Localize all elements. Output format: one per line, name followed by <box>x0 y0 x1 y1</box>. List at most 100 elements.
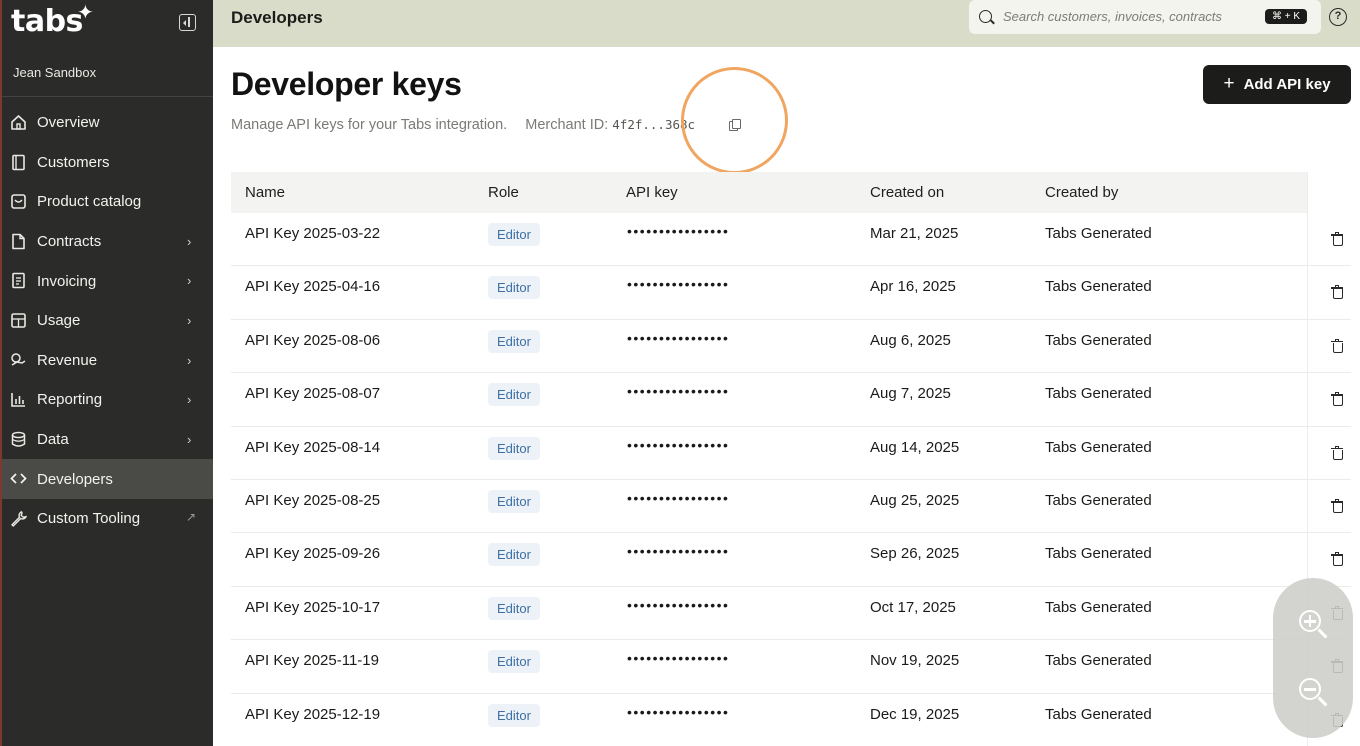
masked-api-key: •••••••••••••••• <box>627 383 730 400</box>
help-icon[interactable]: ? <box>1329 8 1347 26</box>
collapse-sidebar-icon[interactable] <box>179 14 196 31</box>
coins-icon <box>10 352 27 369</box>
home-icon <box>10 114 27 131</box>
trash-icon[interactable] <box>1331 552 1343 567</box>
page-title: Developer keys <box>231 66 462 102</box>
table-row[interactable]: API Key 2025-11-19 Editor ••••••••••••••••… <box>231 640 1351 694</box>
key-name: API Key 2025-11-19 <box>245 652 379 670</box>
section-title: Developers <box>231 8 323 27</box>
table-row[interactable]: API Key 2025-09-26 Editor ••••••••••••••••… <box>231 533 1351 587</box>
trash-icon[interactable] <box>1331 232 1343 246</box>
key-name: API Key 2025-03-22 <box>245 225 381 242</box>
database-icon <box>10 431 27 448</box>
sidebar-item-data[interactable]: Data › <box>2 420 213 460</box>
search-input[interactable]: Search customers, invoices, contracts ⌘ … <box>969 0 1321 34</box>
trash-icon[interactable] <box>1331 445 1343 460</box>
sidebar-item-overview[interactable]: Overview <box>2 103 213 143</box>
sidebar-item-product-catalog[interactable]: Product catalog <box>2 182 213 222</box>
created-on: Mar 21, 2025 <box>870 225 959 242</box>
sidebar-item-invoicing[interactable]: Invoicing › <box>2 261 213 301</box>
workspace-name[interactable]: Jean Sandbox <box>13 65 96 80</box>
column-header-created-by[interactable]: Created by <box>1045 184 1118 201</box>
table-row[interactable]: API Key 2025-10-17 Editor ••••••••••••••••… <box>231 586 1351 641</box>
sidebar-item-usage[interactable]: Usage › <box>2 301 213 341</box>
created-by: Tabs Generated <box>1045 225 1152 242</box>
key-name: API Key 2025-08-14 <box>245 438 381 456</box>
created-by: Tabs Generated <box>1045 438 1152 456</box>
search-shortcut-badge: ⌘ + K <box>1265 9 1308 24</box>
created-on: Oct 17, 2025 <box>870 598 956 616</box>
api-keys-table: Name Role API key Created on Created by … <box>231 172 1351 746</box>
table-row[interactable]: API Key 2025-08-14 Editor ••••••••••••••••… <box>231 426 1351 480</box>
trash-icon[interactable] <box>1331 392 1343 407</box>
column-header-name[interactable]: Name <box>245 184 285 201</box>
table-row[interactable]: API Key 2025-04-16 Editor ••••••••••••••••… <box>231 266 1351 320</box>
sidebar-item-label: Contracts <box>37 233 102 251</box>
sidebar-item-label: Revenue <box>37 351 98 369</box>
created-by: Tabs Generated <box>1045 705 1152 723</box>
sidebar-item-contracts[interactable]: Contracts › <box>2 222 213 262</box>
trash-icon[interactable] <box>1331 498 1343 513</box>
sidebar-item-developers[interactable]: Developers <box>2 459 213 499</box>
sidebar-item-revenue[interactable]: Revenue › <box>2 341 213 381</box>
column-header-api-key[interactable]: API key <box>626 184 678 201</box>
sidebar-item-reporting[interactable]: Reporting › <box>2 380 213 420</box>
trash-icon[interactable] <box>1331 338 1343 353</box>
actions-cell <box>1307 266 1351 319</box>
created-on: Nov 19, 2025 <box>870 652 960 670</box>
zoom-out-icon[interactable] <box>1297 676 1331 710</box>
click-indicator <box>681 67 788 174</box>
table-row[interactable]: API Key 2025-08-07 Editor ••••••••••••••••… <box>231 373 1351 427</box>
masked-api-key: •••••••••••••••• <box>627 223 730 239</box>
zoom-in-icon[interactable] <box>1297 608 1331 642</box>
created-by: Tabs Generated <box>1045 491 1152 509</box>
search-placeholder: Search customers, invoices, contracts <box>1003 9 1222 24</box>
created-on: Sep 26, 2025 <box>870 545 960 563</box>
bar-chart-icon <box>10 391 27 408</box>
created-by: Tabs Generated <box>1045 652 1152 670</box>
search-icon <box>979 10 992 23</box>
sidebar-item-label: Overview <box>37 114 100 132</box>
created-by: Tabs Generated <box>1045 545 1152 563</box>
external-link-icon: ↗ <box>186 509 197 524</box>
subtitle-text: Manage API keys for your Tabs integratio… <box>231 117 508 133</box>
chevron-right-icon: › <box>187 273 192 289</box>
table-row[interactable]: API Key 2025-03-22 Editor ••••••••••••••••… <box>231 213 1351 267</box>
sidebar-item-custom-tooling[interactable]: Custom Tooling ↗ <box>2 499 213 539</box>
actions-cell <box>1307 213 1351 266</box>
key-name: API Key 2025-10-17 <box>245 598 381 616</box>
role-badge: Editor <box>488 489 540 513</box>
chevron-right-icon: › <box>187 431 192 447</box>
role-badge: Editor <box>488 650 540 674</box>
column-header-created-on[interactable]: Created on <box>870 184 944 201</box>
masked-api-key: •••••••••••••••• <box>627 436 730 453</box>
add-api-key-button[interactable]: + Add API key <box>1203 65 1351 104</box>
sidebar-item-label: Data <box>37 431 69 449</box>
sidebar-item-customers[interactable]: Customers <box>2 143 213 183</box>
actions-cell <box>1307 426 1351 479</box>
chevron-right-icon: › <box>187 233 192 249</box>
key-name: API Key 2025-08-06 <box>245 331 381 349</box>
trash-icon[interactable] <box>1331 285 1343 300</box>
key-name: API Key 2025-08-25 <box>245 491 381 509</box>
masked-api-key: •••••••••••••••• <box>627 489 730 506</box>
table-row[interactable]: API Key 2025-12-19 Editor ••••••••••••••••… <box>231 693 1351 746</box>
table-row[interactable]: API Key 2025-08-25 Editor ••••••••••••••••… <box>231 479 1351 534</box>
wrench-icon <box>10 510 27 527</box>
key-name: API Key 2025-08-07 <box>245 385 381 403</box>
tabs-logo[interactable]: tabs ✦ <box>11 0 94 39</box>
page-subtitle: Manage API keys for your Tabs integratio… <box>231 117 695 133</box>
role-badge: Editor <box>488 436 540 460</box>
column-header-role[interactable]: Role <box>488 184 519 201</box>
sidebar-item-label: Reporting <box>37 391 103 409</box>
masked-api-key: •••••••••••••••• <box>627 650 730 667</box>
created-on: Apr 16, 2025 <box>870 278 956 296</box>
sidebar-item-label: Invoicing <box>37 272 97 290</box>
sidebar-item-label: Customers <box>37 153 110 171</box>
created-by: Tabs Generated <box>1045 385 1152 403</box>
masked-api-key: •••••••••••••••• <box>627 276 730 293</box>
table-row[interactable]: API Key 2025-08-06 Editor ••••••••••••••••… <box>231 319 1351 374</box>
sidebar-item-label: Developers <box>37 470 113 488</box>
zoom-controls <box>1273 578 1353 738</box>
key-name: API Key 2025-09-26 <box>245 545 381 563</box>
